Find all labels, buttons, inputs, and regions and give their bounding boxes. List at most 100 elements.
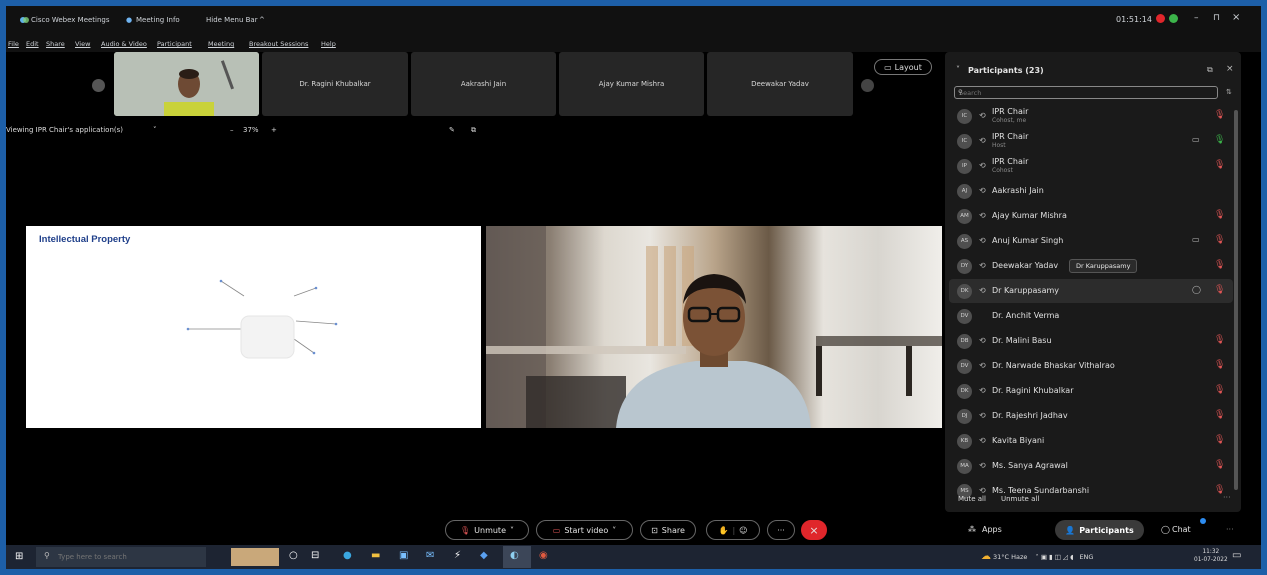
- sort-icon[interactable]: ⇅: [1226, 88, 1232, 96]
- edge-browser-icon[interactable]: ●: [343, 550, 352, 561]
- video-thumbnail-self[interactable]: [114, 52, 259, 116]
- video-thumbnail[interactable]: Ajay Kumar Mishra: [559, 52, 704, 116]
- participant-row[interactable]: MS ⟲ Ms. Teena Sundarbanshi 🎙: [949, 479, 1233, 503]
- mic-muted-icon[interactable]: 🎙: [1214, 235, 1225, 245]
- more-options-button[interactable]: ···: [767, 520, 795, 540]
- cortana-icon[interactable]: ○: [289, 550, 298, 561]
- chevron-down-icon[interactable]: ˅: [153, 126, 157, 134]
- popout-icon[interactable]: ⧉: [471, 126, 476, 135]
- apps-button[interactable]: Apps: [982, 525, 1002, 534]
- mail-icon[interactable]: ✉: [426, 550, 434, 561]
- minimize-button[interactable]: –: [1194, 13, 1199, 23]
- mic-muted-icon[interactable]: 🎙: [1214, 385, 1225, 395]
- participants-tab-button[interactable]: 👤 Participants: [1055, 520, 1144, 540]
- notification-icon[interactable]: ▭: [1232, 550, 1241, 561]
- app-icon[interactable]: ◆: [480, 550, 488, 561]
- scroll-left-button[interactable]: [92, 79, 105, 92]
- unmute-all-button[interactable]: Unmute all: [1001, 495, 1039, 503]
- participant-row[interactable]: MA ⟲ Ms. Sanya Agrawal 🎙: [949, 454, 1233, 478]
- mic-muted-icon[interactable]: 🎙: [1214, 435, 1225, 445]
- unmute-button[interactable]: 🎙 Unmute ˅: [445, 520, 529, 540]
- participant-row[interactable]: KB ⟲ Kavita Biyani 🎙: [949, 429, 1233, 453]
- menu-edit[interactable]: Edit: [26, 40, 39, 48]
- end-call-button[interactable]: ×: [801, 520, 827, 540]
- zoom-out-button[interactable]: –: [230, 126, 234, 134]
- task-view-icon[interactable]: ⊟: [311, 550, 319, 561]
- store-icon[interactable]: ▣: [399, 550, 408, 561]
- participant-name: IPR Chair: [992, 132, 1029, 141]
- video-thumbnail[interactable]: Aakrashi Jain: [411, 52, 556, 116]
- reaction-icon[interactable]: ☺: [739, 526, 747, 535]
- menu-share[interactable]: Share: [46, 40, 65, 48]
- mic-muted-icon[interactable]: 🎙: [1214, 210, 1225, 220]
- participant-name: Dr. Rajeshri Jadhav: [992, 411, 1068, 420]
- hide-menu-bar-button[interactable]: Hide Menu Bar: [206, 16, 258, 24]
- mic-muted-icon[interactable]: 🎙: [1214, 410, 1225, 420]
- reactions-group[interactable]: ✋ | ☺: [706, 520, 760, 540]
- mic-muted-icon[interactable]: 🎙: [1214, 110, 1225, 120]
- participant-row[interactable]: IC ⟲ IPR Chair Host ▭ 🎙: [949, 129, 1233, 153]
- zoom-in-button[interactable]: +: [271, 126, 277, 134]
- raise-hand-icon[interactable]: ✋: [718, 526, 728, 535]
- language-indicator[interactable]: ENG: [1079, 553, 1093, 561]
- collapse-chevron-icon[interactable]: ˅: [956, 65, 960, 74]
- annotate-icon[interactable]: ✎: [449, 126, 455, 134]
- mic-muted-icon[interactable]: 🎙: [1214, 360, 1225, 370]
- mute-all-button[interactable]: Mute all: [958, 495, 986, 503]
- menu-file[interactable]: File: [8, 40, 19, 48]
- participant-row[interactable]: DV ⟲ Dr. Narwade Bhaskar Vithalrao 🎙: [949, 354, 1233, 378]
- menu-audio-video[interactable]: Audio & Video: [101, 40, 147, 48]
- share-button[interactable]: ⊡ Share: [640, 520, 696, 540]
- mic-muted-icon[interactable]: 🎙: [1214, 460, 1225, 470]
- chevron-up-icon[interactable]: ^: [259, 16, 265, 24]
- participant-row[interactable]: DV Dr. Anchit Verma: [949, 304, 1233, 328]
- video-thumbnail[interactable]: Dr. Ragini Khubalkar: [262, 52, 408, 116]
- mic-active-icon[interactable]: 🎙: [1214, 135, 1225, 145]
- video-off-icon: ▭: [552, 525, 561, 535]
- system-tray[interactable]: 31°C Haze ˄ ▣ ▮ ◫ ◿ ◖ ENG: [993, 553, 1093, 561]
- participant-row[interactable]: DK ⟲ Dr Karuppasamy ◯ 🎙: [949, 279, 1233, 303]
- app-icon[interactable]: ⚡: [454, 550, 461, 561]
- viewing-label[interactable]: Viewing IPR Chair's application(s): [6, 126, 123, 134]
- menu-view[interactable]: View: [75, 40, 90, 48]
- participant-row[interactable]: DB ⟲ Dr. Malini Basu 🎙: [949, 329, 1233, 353]
- taskbar-clock[interactable]: 11:32 01-07-2022: [1194, 548, 1228, 564]
- participant-row[interactable]: AM ⟲ Ajay Kumar Mishra 🎙: [949, 204, 1233, 228]
- participant-row[interactable]: IP ⟲ IPR Chair Cohost 🎙: [949, 154, 1233, 178]
- popout-icon[interactable]: ⧉: [1207, 65, 1213, 75]
- mic-muted-icon[interactable]: 🎙: [1214, 285, 1225, 295]
- chat-icon[interactable]: ◯: [1192, 285, 1201, 294]
- chevron-down-icon: ˅: [612, 525, 617, 535]
- windows-start-icon[interactable]: ⊞: [15, 551, 23, 562]
- participant-row[interactable]: AS ⟲ Anuj Kumar Singh ▭ 🎙: [949, 229, 1233, 253]
- mic-muted-icon[interactable]: 🎙: [1214, 160, 1225, 170]
- mic-muted-icon[interactable]: 🎙: [1214, 260, 1225, 270]
- chrome-icon[interactable]: ◉: [539, 550, 548, 561]
- participant-row[interactable]: AJ ⟲ Aakrashi Jain: [949, 179, 1233, 203]
- restore-button[interactable]: ⊓: [1213, 13, 1220, 23]
- participant-row[interactable]: DK ⟲ Dr. Ragini Khubalkar 🎙: [949, 379, 1233, 403]
- menu-participant[interactable]: Participant: [157, 40, 192, 48]
- video-thumbnail[interactable]: Deewakar Yadav: [707, 52, 853, 116]
- device-sync-icon: ⟲: [979, 486, 986, 495]
- mic-muted-icon[interactable]: 🎙: [1214, 335, 1225, 345]
- scrollbar[interactable]: [1234, 110, 1238, 490]
- chat-button[interactable]: Chat: [1172, 525, 1191, 534]
- active-speaker-video[interactable]: [486, 226, 942, 428]
- close-icon[interactable]: ×: [1226, 64, 1234, 74]
- more-options-icon[interactable]: ···: [1226, 525, 1234, 534]
- menu-meeting[interactable]: Meeting: [208, 40, 234, 48]
- scroll-right-button[interactable]: [861, 79, 874, 92]
- participant-search-input[interactable]: [954, 86, 1218, 99]
- start-video-button[interactable]: ▭ Start video ˅: [536, 520, 633, 540]
- close-button[interactable]: ×: [1232, 12, 1240, 23]
- menu-help[interactable]: Help: [321, 40, 336, 48]
- file-explorer-icon[interactable]: ▬: [371, 550, 380, 561]
- menu-breakout-sessions[interactable]: Breakout Sessions: [249, 40, 308, 48]
- participant-row[interactable]: IC ⟲ IPR Chair Cohost, me 🎙: [949, 104, 1233, 128]
- layout-button[interactable]: ▭ Layout: [874, 59, 932, 75]
- meeting-info-link[interactable]: Meeting Info: [136, 16, 180, 24]
- taskbar-search-input[interactable]: [36, 547, 206, 567]
- more-options-icon[interactable]: ···: [1223, 493, 1231, 502]
- participant-row[interactable]: DJ ⟲ Dr. Rajeshri Jadhav 🎙: [949, 404, 1233, 428]
